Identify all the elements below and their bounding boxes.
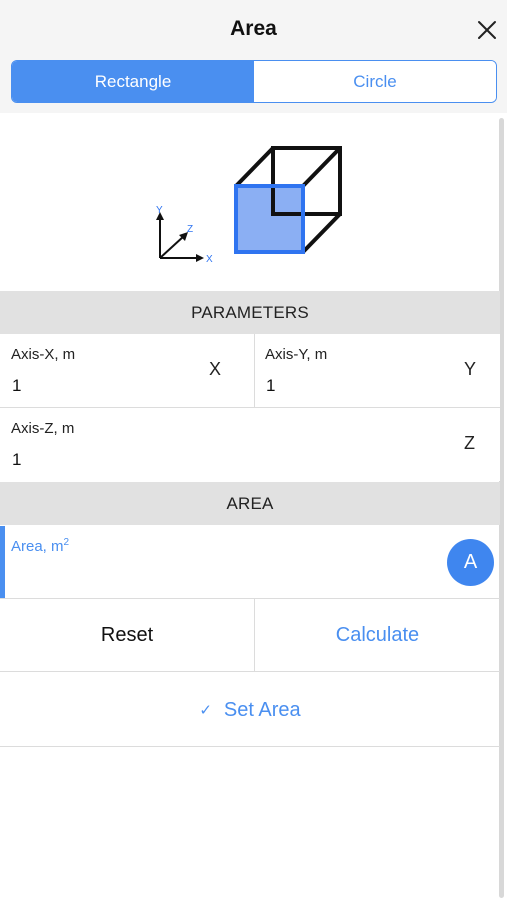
divider	[0, 671, 500, 672]
divider	[254, 334, 255, 407]
area-header: AREA	[0, 482, 500, 525]
header: Area Rectangle Circle	[0, 0, 507, 113]
area-screen: Area Rectangle Circle Y Z X PARAMETERS A…	[0, 0, 507, 900]
axis-y-label: Y	[156, 205, 163, 216]
shape-segmented-control: Rectangle Circle	[11, 60, 497, 103]
area-label: Area, m2	[11, 537, 69, 555]
area-label-text: Area, m	[11, 538, 64, 555]
axis-z-field[interactable]: Axis-Z, m 1 Z	[0, 408, 500, 481]
axis-x-value[interactable]: 1	[12, 376, 21, 396]
axis-x-label: X	[206, 254, 213, 265]
divider	[0, 746, 500, 747]
axis-x-letter: X	[209, 359, 222, 379]
parameters-header: PARAMETERS	[0, 291, 500, 334]
set-area-button[interactable]: ✓ Set Area	[0, 673, 500, 747]
rectangle-tab[interactable]: Rectangle	[12, 61, 254, 102]
axis-z-label: Z	[187, 224, 193, 235]
axis-z-letter: Z	[464, 433, 475, 453]
reset-button[interactable]: Reset	[0, 599, 254, 671]
cube-icon	[234, 146, 342, 254]
axis-y-label: Axis-Y, m	[265, 346, 328, 363]
axis-y-letter: Y	[464, 359, 477, 379]
page-title: Area	[230, 17, 277, 40]
rectangle-diagram: Y Z X	[140, 140, 360, 270]
area-focus-indicator	[0, 526, 5, 598]
axis-x-label: Axis-X, m	[11, 346, 76, 363]
area-avatar-button[interactable]: A	[447, 539, 494, 586]
set-area-label: Set Area	[223, 698, 301, 721]
circle-tab[interactable]: Circle	[254, 61, 496, 102]
axis-x-field[interactable]: Axis-X, m 1 X	[0, 334, 254, 407]
check-icon: ✓	[199, 702, 212, 719]
close-icon[interactable]	[474, 17, 500, 43]
axis-y-field[interactable]: Axis-Y, m 1 Y	[255, 334, 500, 407]
axes-icon: Y Z X	[156, 205, 213, 265]
axis-z-value[interactable]: 1	[12, 450, 21, 470]
axis-y-value[interactable]: 1	[266, 376, 275, 396]
calculate-button[interactable]: Calculate	[255, 599, 500, 671]
axis-z-label: Axis-Z, m	[11, 420, 75, 437]
area-label-sup: 2	[63, 537, 70, 548]
